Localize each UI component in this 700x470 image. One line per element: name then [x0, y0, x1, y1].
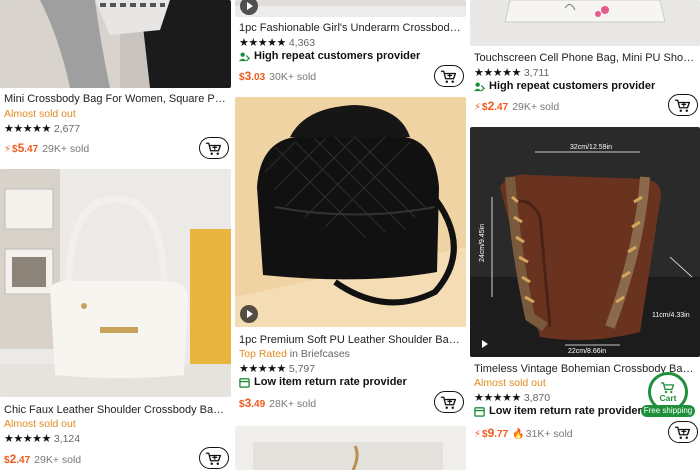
- product-image[interactable]: [0, 169, 231, 397]
- feature-label: High repeat customers provider: [489, 80, 656, 92]
- product-image[interactable]: 32cm/12.59in 24cm/9.45in 11cm/4.33in 22c…: [470, 127, 700, 357]
- price: $2.47: [482, 99, 509, 113]
- price: $5.47: [12, 141, 39, 155]
- play-icon[interactable]: [240, 305, 258, 323]
- star-rating: ★★★★★: [239, 37, 286, 49]
- product-image[interactable]: [0, 0, 231, 88]
- price: $3.03: [239, 69, 266, 83]
- price-row: ⚡ $9.77 🔥 31K+ sold: [474, 426, 573, 440]
- repeat-customers-icon: [239, 51, 250, 62]
- provider-feature: Low item return rate provider: [239, 376, 407, 388]
- product-title[interactable]: Touchscreen Cell Phone Bag, Mini PU Shou…: [474, 52, 696, 64]
- review-count: 5,797: [288, 362, 316, 375]
- sold-count: 31K+ sold: [525, 428, 573, 440]
- rating: ★★★★★ 3,711: [474, 66, 550, 80]
- product-column-2: 1pc Fashionable Girl's Underarm Crossbod…: [235, 0, 466, 470]
- add-to-cart-button[interactable]: [434, 391, 464, 413]
- product-image[interactable]: [235, 0, 466, 17]
- lightning-icon: ⚡: [4, 144, 12, 155]
- free-shipping-badge: Free shipping: [641, 405, 695, 417]
- feature-label: High repeat customers provider: [254, 50, 421, 62]
- product-image[interactable]: [235, 97, 466, 327]
- review-count: 4,363: [288, 36, 316, 49]
- lightning-icon: ⚡: [474, 429, 482, 440]
- sold-count: 29K+ sold: [34, 454, 82, 466]
- product-title[interactable]: 1pc Fashionable Girl's Underarm Crossbod…: [239, 22, 462, 34]
- repeat-customers-icon: [474, 81, 485, 92]
- sold-count: 30K+ sold: [269, 71, 317, 83]
- provider-feature: High repeat customers provider: [474, 80, 655, 92]
- flame-icon: 🔥: [512, 429, 525, 440]
- review-count: 3,124: [53, 432, 81, 445]
- floating-cart-button[interactable]: Cart Free shipping: [641, 372, 695, 417]
- cart-icon: [205, 451, 223, 466]
- feature-label: Low item return rate provider: [489, 405, 642, 417]
- sold-count: 29K+ sold: [42, 143, 90, 155]
- dimension-depth: 11cm/4.33in: [652, 312, 690, 319]
- product-image[interactable]: [235, 426, 466, 470]
- product-card[interactable]: Chic Faux Leather Shoulder Crossbody Bag…: [0, 169, 231, 470]
- price-row: $2.47 29K+ sold: [4, 452, 81, 466]
- rating: ★★★★★ 3,124: [4, 432, 81, 446]
- product-image[interactable]: [470, 0, 700, 46]
- star-rating: ★★★★★: [4, 123, 51, 135]
- add-to-cart-button[interactable]: [199, 447, 229, 469]
- price-row: ⚡ $2.47 29K+ sold: [474, 99, 559, 113]
- product-title[interactable]: 1pc Premium Soft PU Leather Shoulder Bag…: [239, 334, 462, 346]
- add-to-cart-button[interactable]: [668, 94, 698, 116]
- cart-icon: [674, 425, 692, 440]
- price: $9.77: [482, 426, 509, 440]
- product-card[interactable]: [235, 426, 466, 470]
- dimension-width: 32cm/12.59in: [570, 144, 612, 151]
- stock-status: Almost sold out: [4, 108, 76, 120]
- star-rating: ★★★★★: [474, 67, 521, 79]
- price-row: ⚡ $5.47 29K+ sold: [4, 141, 89, 155]
- cart-label: Cart: [659, 393, 677, 403]
- cart-icon: [440, 395, 458, 410]
- feature-label: Low item return rate provider: [254, 376, 407, 388]
- review-count: 2,677: [53, 122, 81, 135]
- cart-icon: [674, 98, 692, 113]
- rating: ★★★★★ 3,870: [474, 391, 551, 405]
- product-title[interactable]: Chic Faux Leather Shoulder Crossbody Bag…: [4, 404, 227, 416]
- price-row: $3.49 28K+ sold: [239, 396, 316, 410]
- review-count: 3,711: [523, 66, 550, 79]
- product-card[interactable]: Touchscreen Cell Phone Bag, Mini PU Shou…: [470, 0, 700, 124]
- rating: ★★★★★ 2,677: [4, 122, 81, 136]
- play-icon[interactable]: [475, 335, 493, 353]
- product-card[interactable]: 32cm/12.59in 24cm/9.45in 11cm/4.33in 22c…: [470, 127, 700, 470]
- stock-status: Almost sold out: [4, 418, 76, 430]
- provider-feature: Low item return rate provider: [474, 405, 642, 417]
- add-to-cart-button[interactable]: [668, 421, 698, 443]
- add-to-cart-button[interactable]: [199, 137, 229, 159]
- dimension-height: 24cm/9.45in: [479, 224, 486, 262]
- price-row: $3.03 30K+ sold: [239, 69, 316, 83]
- lightning-icon: ⚡: [474, 102, 482, 113]
- dimension-bottom: 22cm/8.66in: [568, 348, 606, 355]
- product-title[interactable]: Mini Crossbody Bag For Women, Square Pur…: [4, 93, 227, 105]
- top-rated-label: Top Rated: [239, 348, 287, 360]
- product-card[interactable]: 1pc Fashionable Girl's Underarm Crossbod…: [235, 0, 466, 95]
- cart-icon: [205, 141, 223, 156]
- add-to-cart-button[interactable]: [434, 65, 464, 87]
- sold-count: 28K+ sold: [269, 398, 317, 410]
- rating: ★★★★★ 4,363: [239, 36, 316, 50]
- product-card[interactable]: Mini Crossbody Bag For Women, Square Pur…: [0, 0, 231, 165]
- sold-count: 29K+ sold: [512, 101, 560, 113]
- provider-feature: High repeat customers provider: [239, 50, 420, 62]
- price: $3.49: [239, 396, 266, 410]
- product-column-1: Mini Crossbody Bag For Women, Square Pur…: [0, 0, 231, 470]
- cart-icon: [440, 69, 458, 84]
- review-count: 3,870: [523, 391, 551, 404]
- star-rating: ★★★★★: [474, 392, 521, 404]
- return-rate-icon: [474, 406, 485, 417]
- return-rate-icon: [239, 377, 250, 388]
- rating: ★★★★★ 5,797: [239, 362, 316, 376]
- star-rating: ★★★★★: [4, 433, 51, 445]
- top-rated-category[interactable]: in Briefcases: [290, 348, 350, 360]
- price: $2.47: [4, 452, 31, 466]
- product-card[interactable]: 1pc Premium Soft PU Leather Shoulder Bag…: [235, 97, 466, 417]
- top-rated-badge: Top Rated in Briefcases: [239, 348, 462, 360]
- star-rating: ★★★★★: [239, 363, 286, 375]
